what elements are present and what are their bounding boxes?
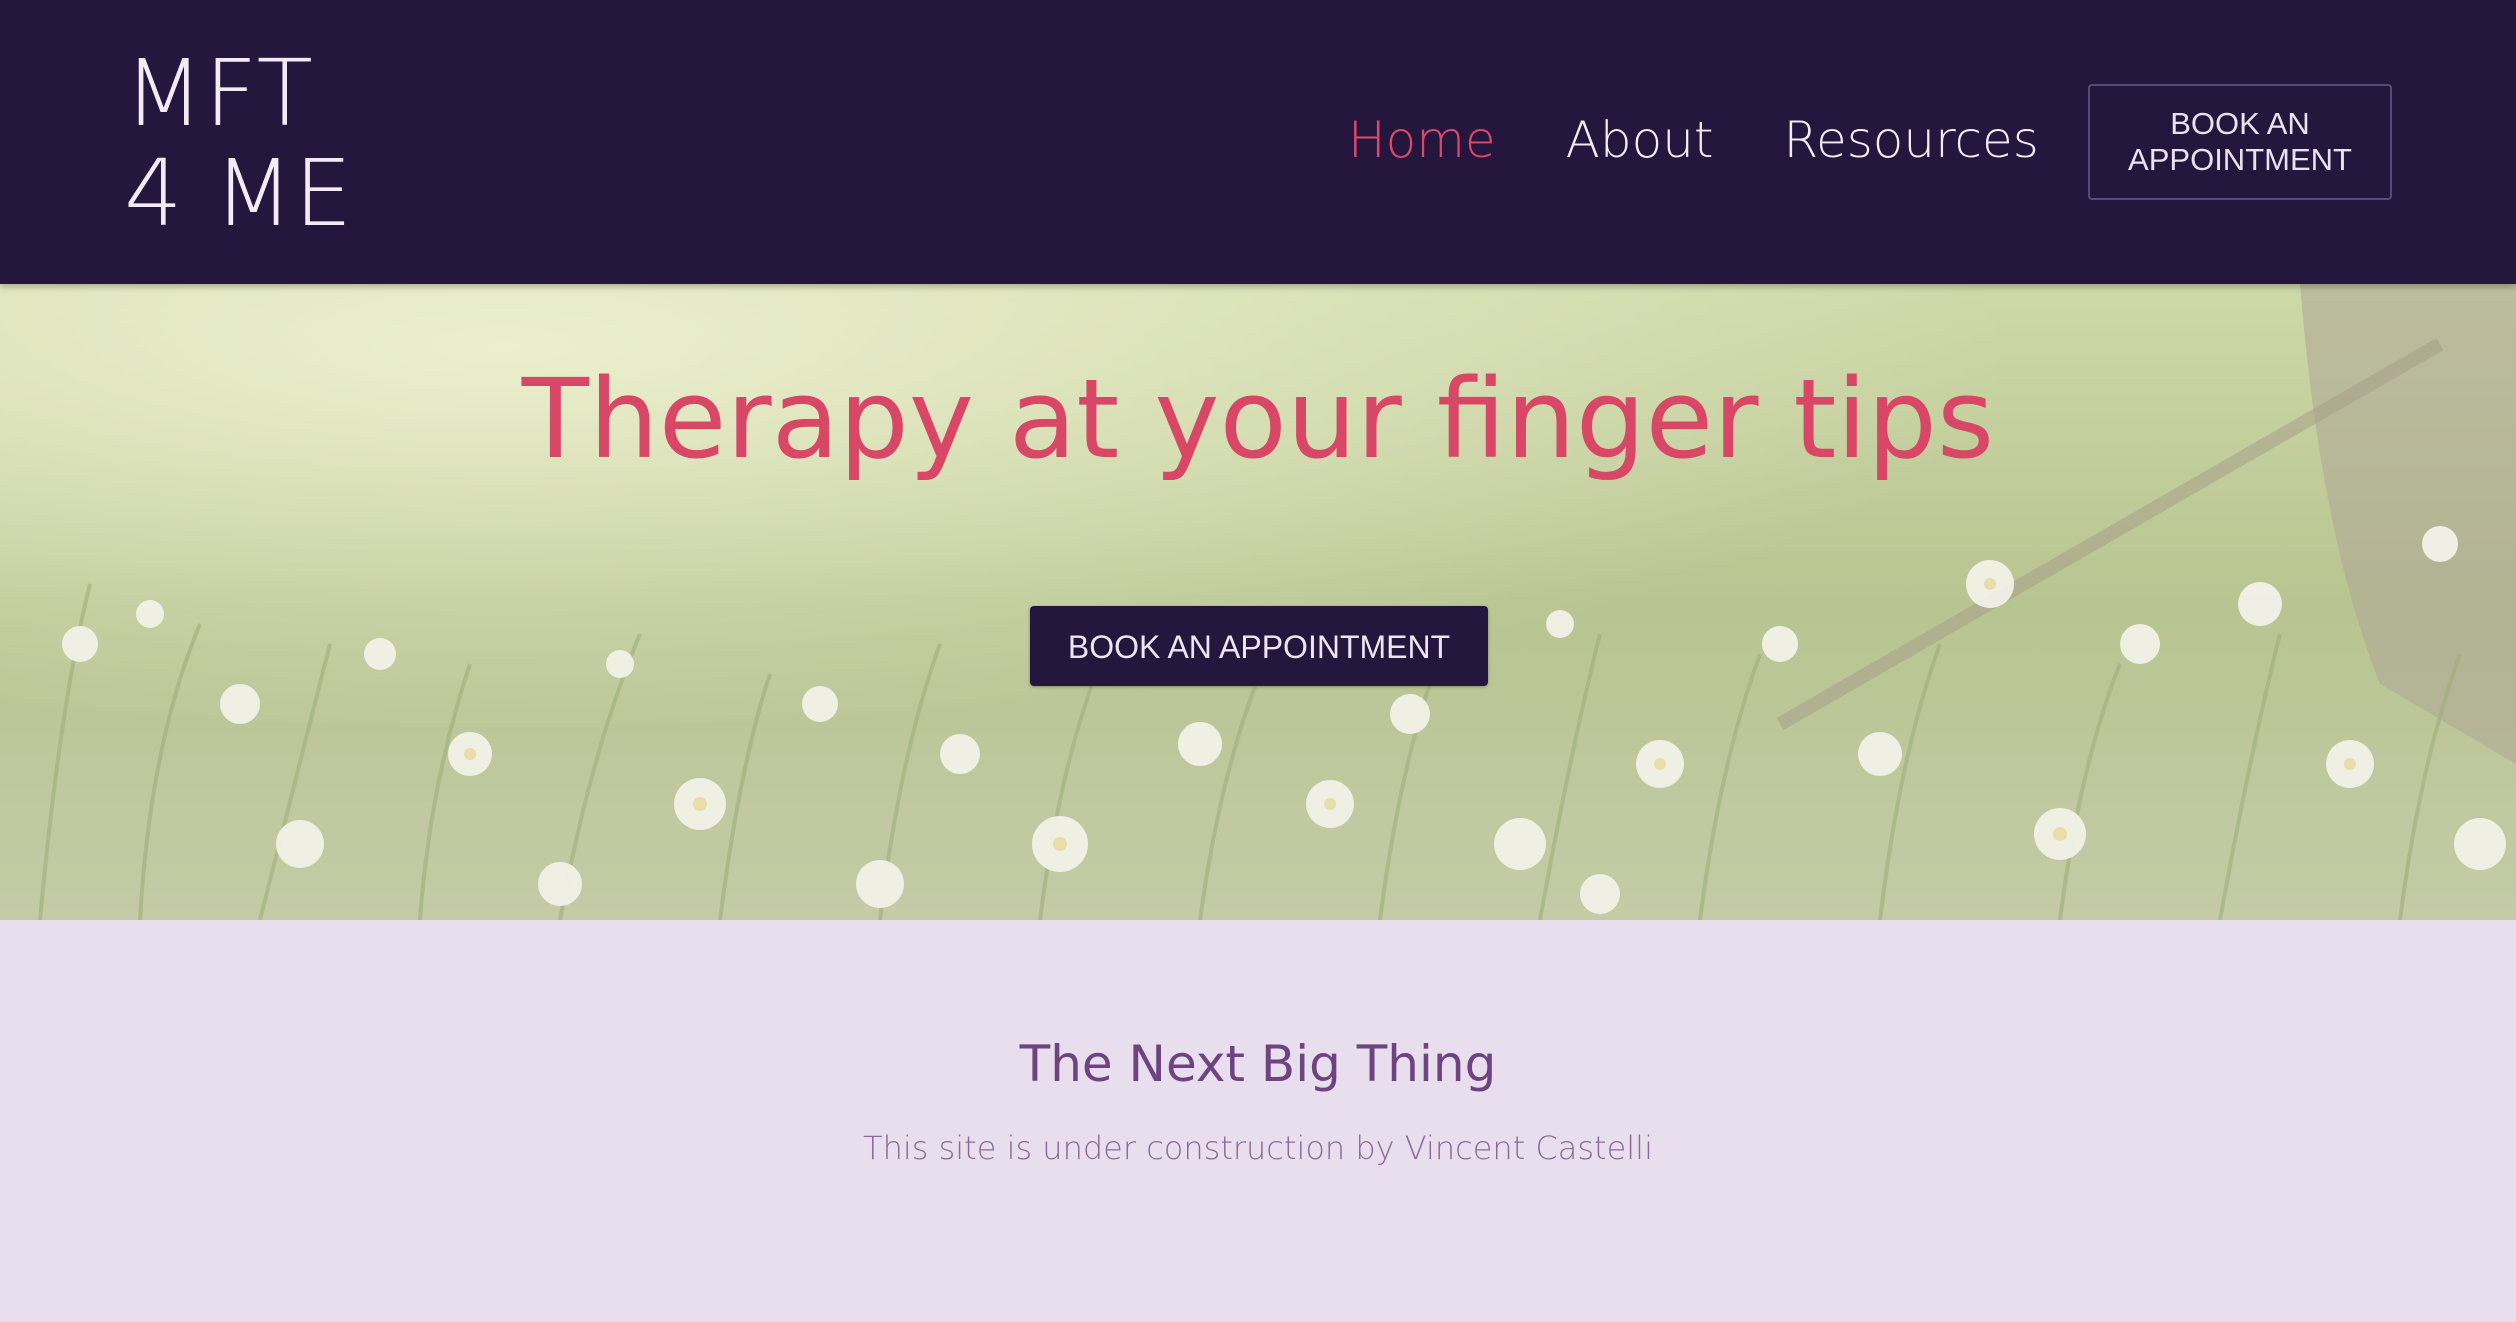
nav-item-home[interactable]: Home <box>1348 108 1496 172</box>
logo-line-1: MFT <box>124 40 314 147</box>
header-cta-line-1: BOOK AN <box>2170 106 2310 141</box>
site-header: MFT 4 ME Home About Resources BOOK AN AP… <box>0 0 2516 284</box>
header-cta-line-2: APPOINTMENT <box>2128 142 2352 177</box>
hero-title: Therapy at your finger tips <box>521 355 1995 483</box>
main-nav: Home About Resources <box>1348 108 2109 172</box>
logo-line-2: 4 ME <box>124 140 354 247</box>
nav-item-resources[interactable]: Resources <box>1783 108 2038 172</box>
section-subtext: This site is under construction by Vince… <box>863 1129 1653 1167</box>
nav-item-about[interactable]: About <box>1566 108 1714 172</box>
site-logo[interactable]: MFT 4 ME <box>124 44 353 244</box>
hero-section: Therapy at your finger tips BOOK AN APPO… <box>0 284 2516 920</box>
content-section: The Next Big Thing This site is under co… <box>0 920 2516 1322</box>
hero-book-appointment-button[interactable]: BOOK AN APPOINTMENT <box>1030 606 1488 686</box>
header-book-appointment-button[interactable]: BOOK AN APPOINTMENT <box>2088 84 2392 200</box>
section-heading: The Next Big Thing <box>1019 1035 1497 1093</box>
